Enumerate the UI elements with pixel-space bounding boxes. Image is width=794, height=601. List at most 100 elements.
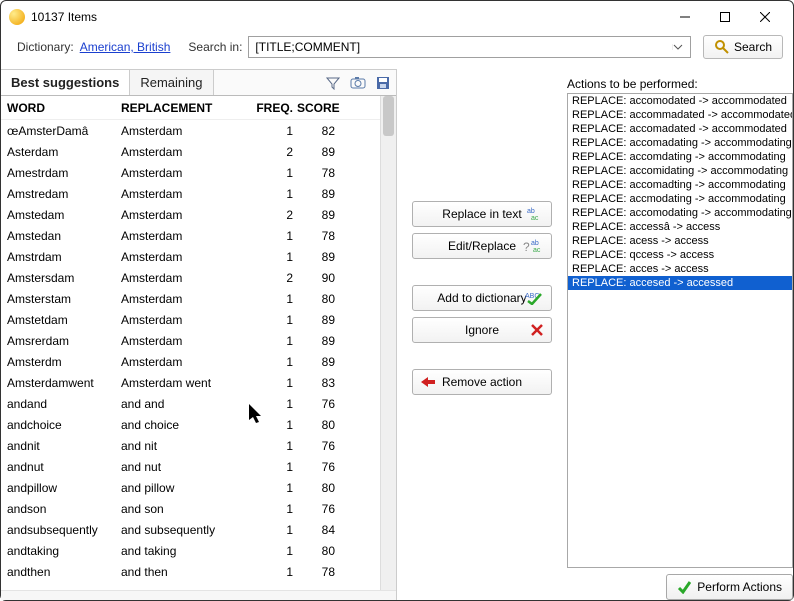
action-item[interactable]: REPLACE: accesed -> accessed (568, 276, 792, 290)
cell-score: 89 (297, 355, 349, 369)
arrow-left-icon (421, 377, 435, 387)
ignore-button[interactable]: Ignore (412, 317, 552, 343)
col-score[interactable]: SCORE (297, 101, 349, 115)
remove-action-button[interactable]: Remove action (412, 369, 552, 395)
titlebar: 10137 Items (1, 1, 793, 33)
cell-score: 84 (297, 523, 349, 537)
col-freq[interactable]: FREQ. (251, 101, 297, 115)
table-row[interactable]: AmstredamAmsterdam189 (1, 183, 380, 204)
action-item[interactable]: REPLACE: accomadating -> accommodating (568, 136, 792, 150)
cell-freq: 1 (251, 397, 297, 411)
cell-replacement: and subsequently (121, 523, 251, 537)
maximize-icon (720, 12, 730, 22)
table-row[interactable]: AmsterdamwentAmsterdam went183 (1, 372, 380, 393)
cell-score: 80 (297, 544, 349, 558)
cell-replacement: Amsterdam (121, 292, 251, 306)
minimize-button[interactable] (665, 3, 705, 31)
table-row[interactable]: AmstersdamAmsterdam290 (1, 267, 380, 288)
cell-score: 89 (297, 145, 349, 159)
cell-freq: 2 (251, 145, 297, 159)
cell-replacement: Amsterdam (121, 166, 251, 180)
cell-freq: 1 (251, 229, 297, 243)
table-row[interactable]: andnitand nit176 (1, 435, 380, 456)
replace-in-text-button[interactable]: Replace in text abac (412, 201, 552, 227)
main-area: Best suggestions Remaining WORD REPLACEM… (1, 69, 793, 600)
camera-icon[interactable] (350, 76, 366, 90)
dictionary-link[interactable]: American, British (80, 40, 171, 54)
tab-best-suggestions[interactable]: Best suggestions (1, 70, 130, 95)
button-label: Ignore (465, 323, 499, 337)
table-row[interactable]: andpillowand pillow180 (1, 477, 380, 498)
actions-list[interactable]: REPLACE: accomodated -> accommodatedREPL… (567, 93, 793, 568)
searchin-combo[interactable] (248, 36, 691, 58)
edit-replace-button[interactable]: Edit/Replace ?abac (412, 233, 552, 259)
cell-score: 89 (297, 187, 349, 201)
table-row[interactable]: AmsterstamAmsterdam180 (1, 288, 380, 309)
cell-replacement: Amsterdam went (121, 376, 251, 390)
perform-actions-button[interactable]: Perform Actions (666, 574, 793, 600)
table-row[interactable]: AsterdamAmsterdam289 (1, 141, 380, 162)
searchin-input[interactable] (249, 40, 672, 54)
chevron-down-icon[interactable] (672, 44, 690, 50)
action-item[interactable]: REPLACE: accomodated -> accommodated (568, 94, 792, 108)
tab-remaining[interactable]: Remaining (130, 70, 213, 95)
horizontal-scrollbar[interactable] (1, 590, 396, 600)
action-item[interactable]: REPLACE: accommadated -> accommodated (568, 108, 792, 122)
cell-word: Asterdam (1, 145, 121, 159)
grid-header[interactable]: WORD REPLACEMENT FREQ. SCORE (1, 96, 380, 120)
vertical-scrollbar[interactable] (380, 96, 396, 590)
table-row[interactable]: AmestrdamAmsterdam178 (1, 162, 380, 183)
save-icon[interactable] (376, 76, 390, 90)
table-row[interactable]: AmstedanAmsterdam178 (1, 225, 380, 246)
scrollbar-thumb[interactable] (383, 96, 394, 136)
table-row[interactable]: andthenand then178 (1, 561, 380, 582)
action-item[interactable]: REPLACE: accomdating -> accommodating (568, 150, 792, 164)
table-row[interactable]: AmstedamAmsterdam289 (1, 204, 380, 225)
svg-text:ac: ac (533, 247, 541, 253)
table-row[interactable]: andchoiceand choice180 (1, 414, 380, 435)
cell-score: 83 (297, 376, 349, 390)
table-row[interactable]: AmstrdamAmsterdam189 (1, 246, 380, 267)
maximize-button[interactable] (705, 3, 745, 31)
svg-text:ab: ab (531, 240, 539, 247)
table-row[interactable]: andnutand nut176 (1, 456, 380, 477)
dictionary-check-icon: ABC (525, 291, 543, 305)
action-item[interactable]: REPLACE: qccess -> access (568, 248, 792, 262)
action-item[interactable]: REPLACE: accomadting -> accommodating (568, 178, 792, 192)
add-to-dictionary-button[interactable]: Add to dictionary ABC (412, 285, 552, 311)
table-row[interactable]: andsonand son176 (1, 498, 380, 519)
table-row[interactable]: AmsterdmAmsterdam189 (1, 351, 380, 372)
table-row[interactable]: andsubsequentlyand subsequently184 (1, 519, 380, 540)
cell-freq: 1 (251, 523, 297, 537)
table-row[interactable]: œAmsterDamâAmsterdam182 (1, 120, 380, 141)
cell-word: Amsterdm (1, 355, 121, 369)
table-row[interactable]: AmstetdamAmsterdam189 (1, 309, 380, 330)
button-label: Perform Actions (697, 580, 782, 594)
action-item[interactable]: REPLACE: accessâ -> access (568, 220, 792, 234)
table-row[interactable]: AmsrerdamAmsterdam189 (1, 330, 380, 351)
col-replacement[interactable]: REPLACEMENT (121, 101, 251, 115)
button-label: Replace in text (442, 207, 521, 221)
table-row[interactable]: andtakingand taking180 (1, 540, 380, 561)
cell-word: Amstersdam (1, 271, 121, 285)
action-item[interactable]: REPLACE: accomidating -> accommodating (568, 164, 792, 178)
action-item[interactable]: REPLACE: acces -> access (568, 262, 792, 276)
cell-freq: 1 (251, 313, 297, 327)
svg-text:ab: ab (527, 208, 535, 215)
cell-replacement: and pillow (121, 481, 251, 495)
cell-score: 89 (297, 334, 349, 348)
search-button[interactable]: Search (703, 35, 783, 59)
cell-score: 89 (297, 313, 349, 327)
action-item[interactable]: REPLACE: accmodating -> accommodating (568, 192, 792, 206)
filter-icon[interactable] (326, 76, 340, 90)
action-item[interactable]: REPLACE: accomadated -> accommodated (568, 122, 792, 136)
tabs-bar: Best suggestions Remaining (1, 70, 396, 96)
action-item[interactable]: REPLACE: accomodating -> accommodating (568, 206, 792, 220)
action-item[interactable]: REPLACE: acess -> access (568, 234, 792, 248)
cell-replacement: and then (121, 565, 251, 579)
table-row[interactable]: andandand and176 (1, 393, 380, 414)
close-button[interactable] (745, 3, 785, 31)
check-green-icon (677, 580, 691, 594)
cell-score: 76 (297, 397, 349, 411)
col-word[interactable]: WORD (1, 101, 121, 115)
